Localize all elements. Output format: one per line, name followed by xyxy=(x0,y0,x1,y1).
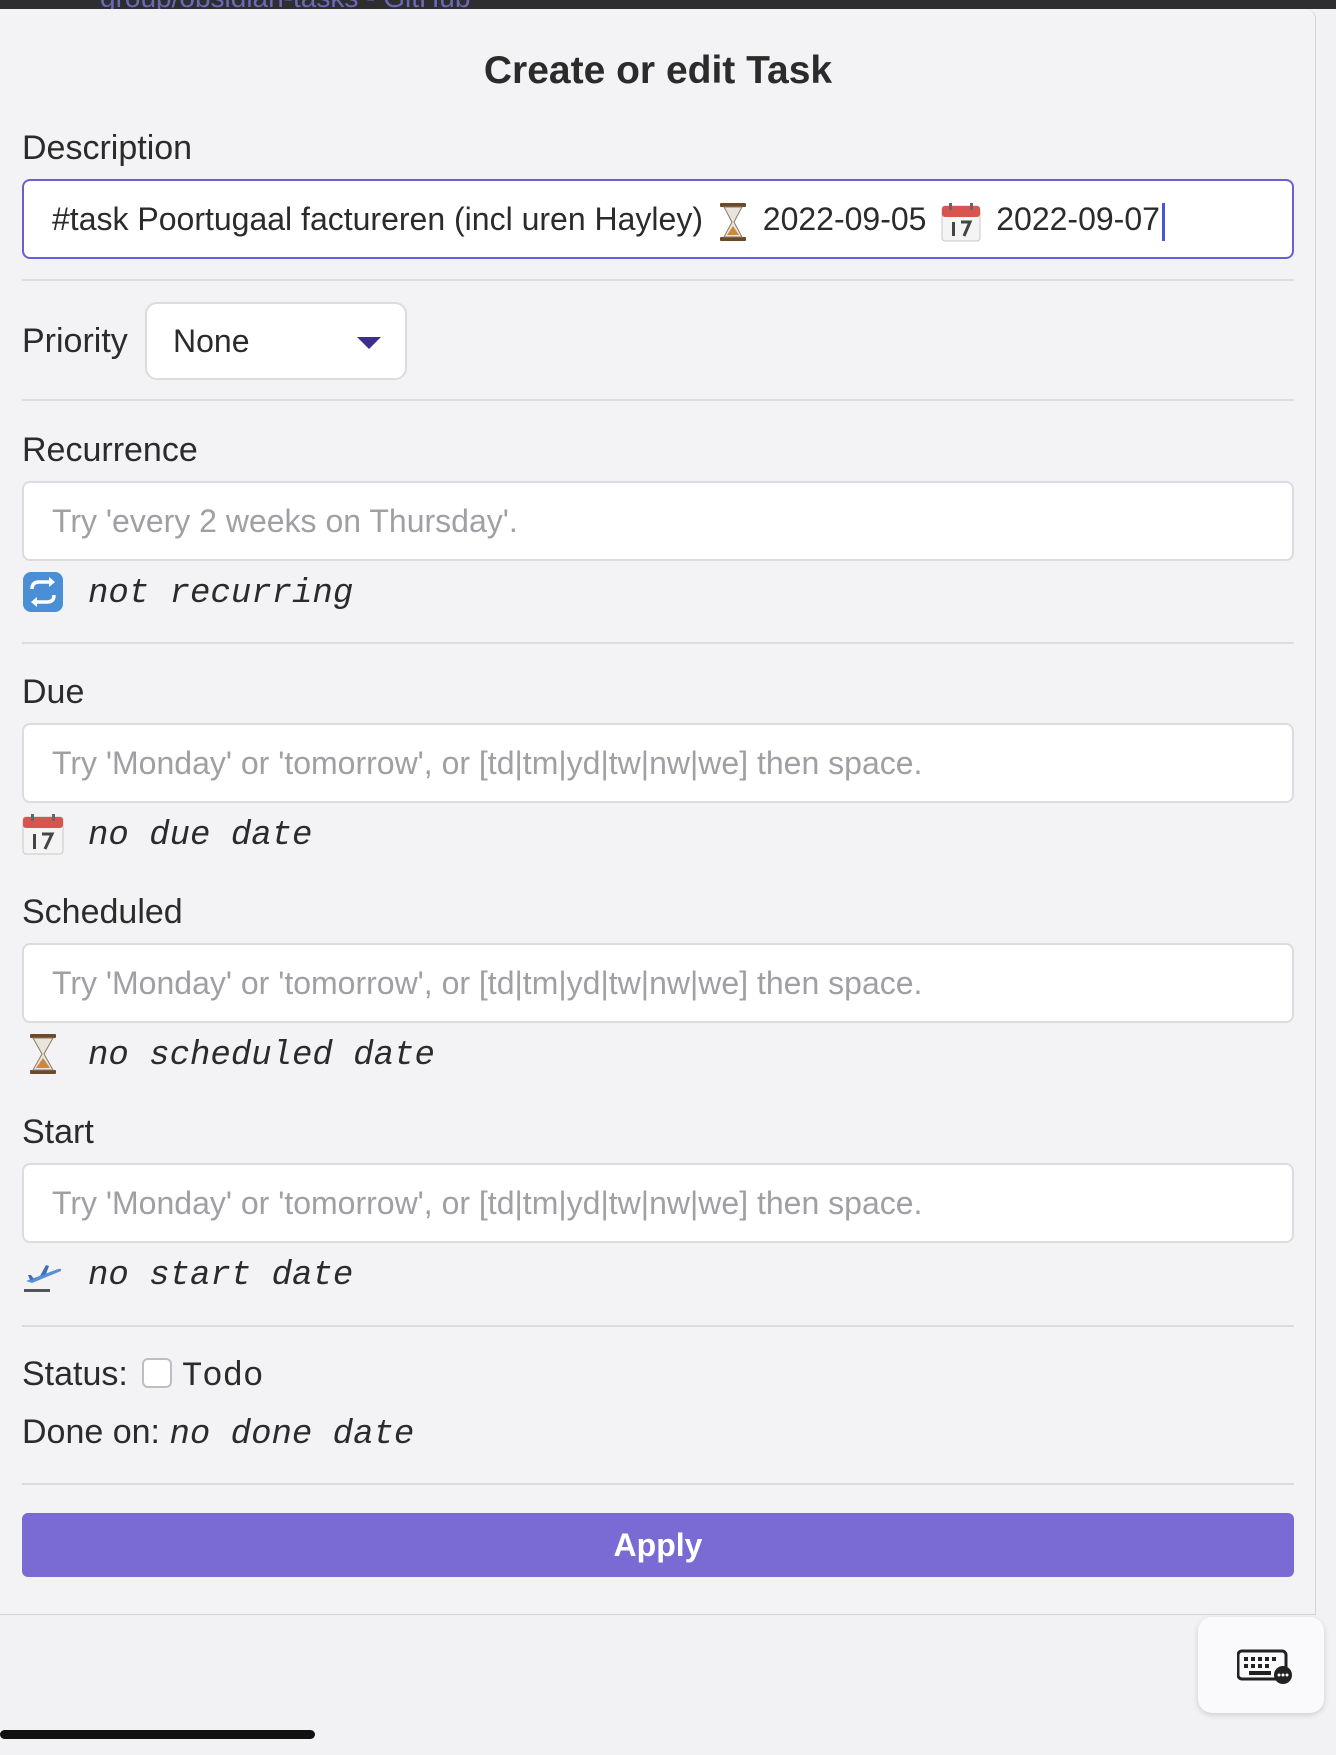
scheduled-input[interactable]: Try 'Monday' or 'tomorrow', or [td|tm|yd… xyxy=(22,943,1294,1023)
divider xyxy=(22,1483,1294,1485)
background-link: group/obsidian-tasks - GitHub xyxy=(100,0,470,9)
scheduled-label: Scheduled xyxy=(22,893,183,931)
apply-button[interactable]: Apply xyxy=(22,1513,1294,1577)
airplane-departure-icon xyxy=(24,1265,62,1292)
modal-title: Create or edit Task xyxy=(483,49,833,92)
due-placeholder: Try 'Monday' or 'tomorrow', or [td|tm|yd… xyxy=(52,745,923,781)
priority-value: None xyxy=(173,323,250,359)
due-label: Due xyxy=(22,673,85,711)
start-label: Start xyxy=(22,1113,94,1151)
divider xyxy=(22,279,1294,281)
due-date-token: 2022-09-07 xyxy=(996,201,1160,237)
divider xyxy=(22,1325,1294,1327)
start-placeholder: Try 'Monday' or 'tomorrow', or [td|tm|yd… xyxy=(52,1185,923,1221)
scheduled-date-token: 2022-09-05 xyxy=(762,201,927,237)
due-input[interactable]: Try 'Monday' or 'tomorrow', or [td|tm|yd… xyxy=(22,723,1294,803)
status-row: Status: Todo xyxy=(22,1355,263,1396)
calendar-icon xyxy=(941,202,981,242)
scheduled-info: no scheduled date xyxy=(88,1037,435,1075)
description-label: Description xyxy=(22,129,193,167)
repeat-icon xyxy=(23,572,63,612)
home-indicator xyxy=(0,1730,315,1739)
description-input[interactable]: #task Poortugaal factureren (incl uren H… xyxy=(22,179,1294,259)
text-cursor xyxy=(1161,202,1165,241)
keyboard-icon xyxy=(1237,1649,1292,1684)
status-value: Todo xyxy=(181,1358,264,1396)
done-on-value: no done date xyxy=(169,1416,415,1454)
chevron-down-icon xyxy=(357,337,381,349)
hourglass-icon xyxy=(30,1034,56,1074)
priority-label: Priority xyxy=(22,322,128,360)
start-input[interactable]: Try 'Monday' or 'tomorrow', or [td|tm|yd… xyxy=(22,1163,1294,1243)
done-on-label: Done on: xyxy=(22,1413,160,1451)
done-on-row: Done on: no done date xyxy=(22,1413,414,1454)
calendar-icon xyxy=(22,814,64,855)
divider xyxy=(22,399,1294,401)
background-page-strip: group/obsidian-tasks - GitHub xyxy=(0,0,1336,9)
keyboard-toggle-button[interactable] xyxy=(1198,1617,1324,1713)
recurrence-info: not recurring xyxy=(88,575,354,613)
task-edit-modal: Create or edit Task Description #task Po… xyxy=(0,9,1316,1615)
scheduled-placeholder: Try 'Monday' or 'tomorrow', or [td|tm|yd… xyxy=(52,965,923,1001)
divider xyxy=(22,642,1294,644)
recurrence-placeholder: Try 'every 2 weeks on Thursday'. xyxy=(52,503,518,539)
status-checkbox[interactable] xyxy=(141,1358,172,1389)
recurrence-input[interactable]: Try 'every 2 weeks on Thursday'. xyxy=(22,481,1294,561)
recurrence-label: Recurrence xyxy=(22,431,198,469)
start-info: no start date xyxy=(88,1257,354,1295)
hourglass-icon xyxy=(719,202,746,241)
description-text: #task Poortugaal factureren (incl uren H… xyxy=(52,201,703,237)
due-info: no due date xyxy=(88,817,313,855)
priority-select[interactable]: None xyxy=(145,302,407,380)
status-label: Status: xyxy=(22,1355,128,1393)
